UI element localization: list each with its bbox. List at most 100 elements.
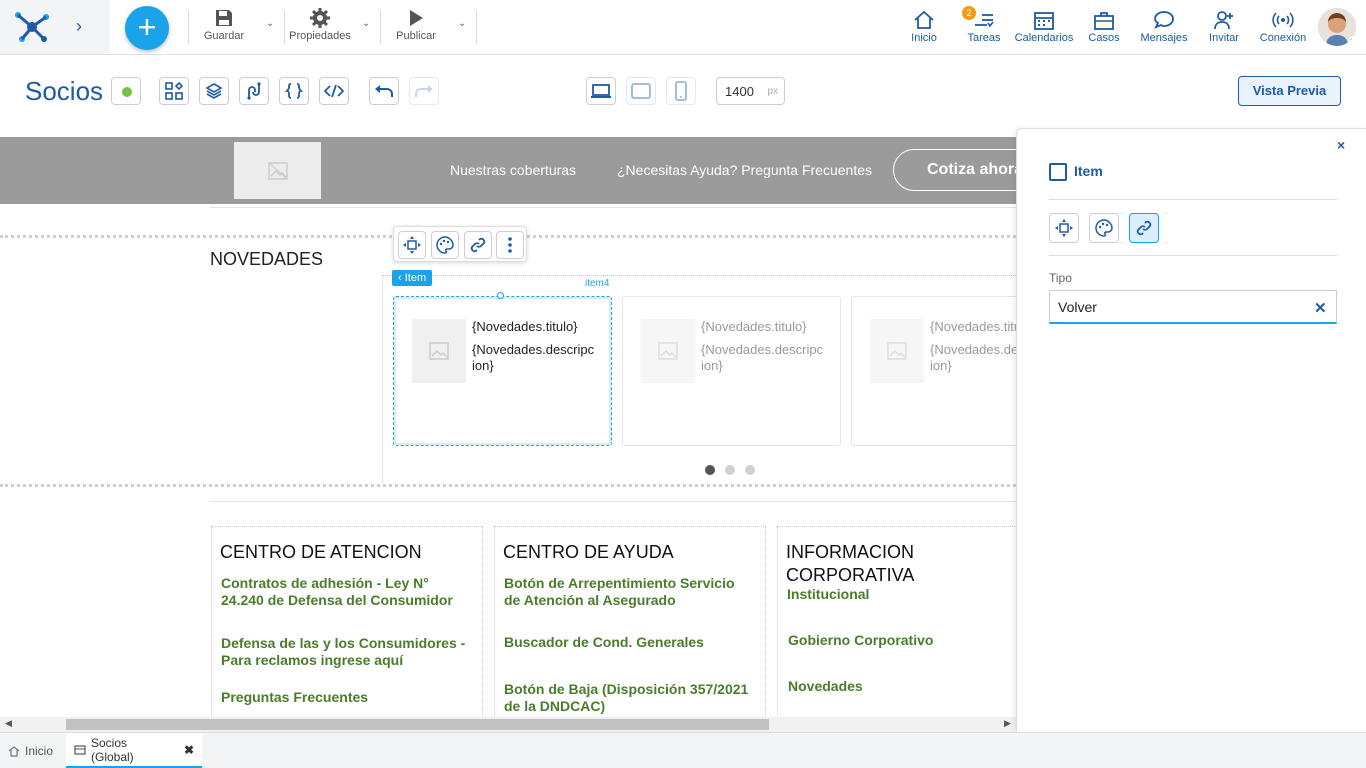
- tablet-view-button[interactable]: [626, 77, 656, 105]
- laptop-icon: [591, 84, 611, 98]
- nav-cases[interactable]: Casos: [1084, 8, 1124, 44]
- design-canvas[interactable]: Nuestras coberturas ¿Necesitas Ayuda? Pr…: [0, 137, 1016, 717]
- divider: [284, 10, 285, 44]
- footer-link[interactable]: Buscador de Cond. Generales: [504, 634, 754, 651]
- desktop-view-button[interactable]: [586, 77, 616, 105]
- page-title: Socios: [25, 76, 104, 106]
- nav-messages[interactable]: Mensajes: [1138, 8, 1190, 44]
- footer-link[interactable]: Institucional: [787, 586, 869, 603]
- carousel-dot[interactable]: [705, 465, 715, 475]
- news-card[interactable]: {Novedades.titulo} {Novedades.descripcio…: [393, 296, 612, 446]
- footer-link[interactable]: Preguntas Frecuentes: [221, 689, 471, 706]
- news-card[interactable]: {Novedades.titulo} {Novedades.descripcio…: [622, 296, 841, 446]
- mobile-view-button[interactable]: [666, 77, 696, 105]
- image-placeholder-icon: [658, 342, 678, 360]
- components-button[interactable]: [159, 77, 189, 105]
- status-button[interactable]: [111, 77, 141, 105]
- style-button[interactable]: [431, 231, 459, 259]
- card-description: {Novedades.descripcion}: [701, 342, 824, 373]
- horizontal-scrollbar[interactable]: ◀ ▶: [0, 717, 1016, 732]
- nav-home[interactable]: Inicio: [904, 8, 944, 44]
- tab-home[interactable]: Inicio: [0, 733, 61, 768]
- width-input[interactable]: 1400 px: [716, 77, 785, 105]
- nav-calendars[interactable]: Calendarios: [1014, 8, 1074, 44]
- tablet-icon: [631, 83, 651, 99]
- redo-button[interactable]: [409, 77, 439, 105]
- layers-button[interactable]: [199, 77, 229, 105]
- avatar[interactable]: [1318, 8, 1356, 46]
- app-logo[interactable]: ›: [0, 0, 110, 54]
- tab-socios[interactable]: Socios (Global) ✖: [66, 733, 202, 768]
- undo-button[interactable]: [369, 77, 399, 105]
- card-title: {Novedades.titulo}: [701, 319, 807, 334]
- quote-button[interactable]: Cotiza ahora: [893, 149, 1016, 191]
- link-button[interactable]: [464, 231, 492, 259]
- preview-button[interactable]: Vista Previa: [1238, 76, 1341, 106]
- bottom-tab-bar: Inicio Socios (Global) ✖: [0, 732, 1366, 768]
- nav-tasks[interactable]: 2 Tareas: [962, 6, 1004, 44]
- move-button[interactable]: [398, 231, 426, 259]
- footer-link[interactable]: Contratos de adhesión - Ley N° 24.240 de…: [221, 575, 471, 609]
- nav-invite-label: Invitar: [1209, 32, 1239, 44]
- card-image: [870, 319, 924, 383]
- scroll-left-icon[interactable]: ◀: [5, 718, 12, 729]
- data-source-button[interactable]: [239, 77, 269, 105]
- new-button[interactable]: +: [125, 6, 169, 50]
- close-tab-icon[interactable]: ✖: [184, 743, 194, 757]
- close-panel-icon[interactable]: ×: [1337, 137, 1345, 153]
- scroll-right-icon[interactable]: ▶: [1004, 718, 1011, 729]
- item-checkbox[interactable]: [1049, 163, 1067, 181]
- carousel-dot[interactable]: [745, 465, 755, 475]
- json-button[interactable]: [279, 77, 309, 105]
- footer-column: CENTRO DE ATENCION Contratos de adhesión…: [211, 526, 483, 717]
- footer-link[interactable]: Botón de Baja (Disposición 357/2021 de l…: [504, 681, 759, 715]
- calendar-icon: [1034, 12, 1054, 30]
- publish-dropdown-icon[interactable]: ⌄: [458, 18, 466, 29]
- selected-item-tag[interactable]: ‹ Item: [392, 270, 433, 286]
- more-options-button[interactable]: [496, 231, 524, 259]
- tasks-badge: 2: [962, 6, 976, 20]
- width-unit: px: [767, 86, 778, 97]
- footer-link[interactable]: Novedades: [788, 678, 863, 695]
- code-button[interactable]: [319, 77, 349, 105]
- publish-button[interactable]: Publicar: [393, 6, 439, 42]
- footer-heading: CENTRO DE AYUDA: [503, 542, 674, 562]
- logo-icon: [15, 12, 49, 42]
- nav-invite[interactable]: Invitar: [1204, 8, 1244, 44]
- position-tab[interactable]: [1049, 213, 1079, 243]
- nav-home-label: Inicio: [911, 32, 937, 44]
- site-logo-placeholder[interactable]: [234, 142, 321, 199]
- news-card[interactable]: {Novedades.titulo} {Novedades.descripcio…: [851, 296, 1016, 446]
- image-placeholder-icon: [887, 342, 907, 360]
- kebab-icon: [508, 237, 512, 253]
- footer-link[interactable]: Defensa de las y los Consumidores - Para…: [221, 635, 471, 669]
- item-tag-label: Item: [404, 272, 427, 284]
- save-button[interactable]: Guardar: [201, 6, 247, 42]
- palette-icon: [1095, 219, 1113, 237]
- tipo-select[interactable]: Volver: [1049, 290, 1337, 324]
- save-icon: [216, 10, 232, 26]
- gear-icon: [310, 8, 330, 28]
- briefcase-icon: [1094, 12, 1114, 30]
- layers-icon: [205, 83, 223, 99]
- clear-icon[interactable]: ✕: [1314, 299, 1327, 317]
- nav-link-coverages[interactable]: Nuestras coberturas: [450, 162, 576, 178]
- tipo-label: Tipo: [1049, 271, 1072, 285]
- properties-button[interactable]: Propiedades: [288, 6, 352, 42]
- footer-link[interactable]: Gobierno Corporativo: [788, 632, 933, 649]
- properties-dropdown-icon[interactable]: ⌄: [362, 18, 370, 29]
- resize-handle[interactable]: [497, 292, 504, 299]
- footer-link[interactable]: Botón de Arrepentimiento Servicio de Ate…: [504, 575, 744, 609]
- scrollbar-thumb[interactable]: [66, 719, 769, 730]
- style-tab[interactable]: [1089, 213, 1119, 243]
- nav-link-faq[interactable]: ¿Necesitas Ayuda? Pregunta Frecuentes: [617, 162, 872, 178]
- nav-connection[interactable]: Conexión: [1258, 8, 1308, 44]
- online-status-dot: [1348, 36, 1356, 46]
- expand-chevron-icon[interactable]: ›: [76, 16, 82, 37]
- link-tab[interactable]: [1129, 213, 1159, 243]
- divider: [380, 10, 381, 44]
- divider: [210, 207, 1016, 208]
- carousel-dot[interactable]: [725, 465, 735, 475]
- save-dropdown-icon[interactable]: ⌄: [266, 18, 274, 29]
- item-id-label: item4: [585, 278, 610, 289]
